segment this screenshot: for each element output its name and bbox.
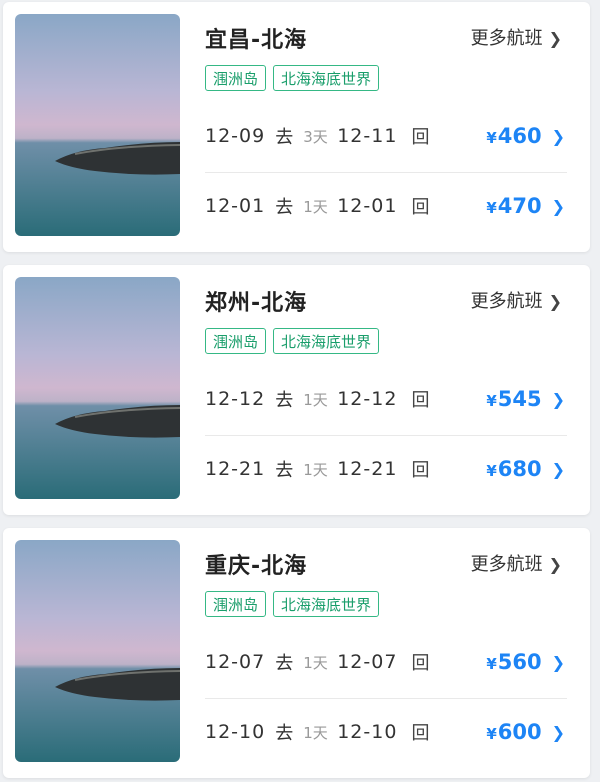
more-flights-link[interactable]: 更多航班 ❯ [471, 550, 562, 576]
chevron-right-icon: ❯ [548, 292, 562, 311]
divider [205, 435, 567, 436]
trip-days: 3天 [303, 127, 328, 146]
chevron-right-icon: ❯ [551, 196, 565, 216]
return-date: 12-11 [337, 125, 398, 147]
currency-symbol: ¥ [486, 462, 497, 480]
tag-list: 涠洲岛 北海海底世界 [205, 328, 380, 354]
currency-symbol: ¥ [486, 392, 497, 410]
price-value: 560 [497, 650, 542, 674]
more-flights-label: 更多航班 [470, 28, 543, 49]
price: ¥470 [486, 194, 541, 218]
currency-symbol: ¥ [486, 655, 497, 673]
route-title: 宜昌-北海 [205, 28, 308, 53]
price: ¥560 [486, 650, 541, 674]
route-title: 重庆-北海 [205, 554, 308, 579]
return-date: 12-07 [337, 651, 398, 673]
depart-label: 去 [275, 460, 294, 481]
chevron-right-icon: ❯ [548, 555, 562, 574]
more-flights-label: 更多航班 [470, 554, 543, 575]
tag-list: 涠洲岛 北海海底世界 [205, 591, 380, 617]
more-flights-link[interactable]: 更多航班 ❯ [471, 24, 562, 50]
flight-row[interactable]: 12-07 去 1天 12-07 回 ¥560 ❯ [205, 642, 567, 682]
tag-weizhou-island[interactable]: 涠洲岛 [205, 65, 267, 91]
chevron-right-icon: ❯ [551, 389, 565, 409]
price: ¥600 [486, 720, 541, 744]
price: ¥680 [486, 457, 541, 481]
trip-days: 1天 [303, 653, 328, 672]
destination-photo[interactable] [15, 14, 180, 236]
price-value: 680 [497, 457, 542, 481]
depart-date: 12-10 [205, 721, 266, 743]
chevron-right-icon: ❯ [551, 722, 565, 742]
price-value: 545 [497, 387, 542, 411]
chevron-right-icon: ❯ [551, 126, 565, 146]
depart-date: 12-09 [205, 125, 266, 147]
seascape-image [15, 540, 180, 762]
depart-date: 12-01 [205, 195, 266, 217]
return-label: 回 [411, 460, 430, 481]
return-date: 12-01 [337, 195, 398, 217]
return-label: 回 [411, 653, 430, 674]
tag-beihai-underwater-world[interactable]: 北海海底世界 [273, 328, 380, 354]
tag-beihai-underwater-world[interactable]: 北海海底世界 [273, 591, 380, 617]
currency-symbol: ¥ [486, 725, 497, 743]
price-value: 460 [497, 124, 542, 148]
tag-weizhou-island[interactable]: 涠洲岛 [205, 591, 267, 617]
return-label: 回 [411, 127, 430, 148]
depart-date: 12-12 [205, 388, 266, 410]
depart-label: 去 [275, 390, 294, 411]
chevron-right-icon: ❯ [551, 652, 565, 672]
flight-row[interactable]: 12-12 去 1天 12-12 回 ¥545 ❯ [205, 379, 567, 419]
trip-days: 1天 [303, 390, 328, 409]
depart-date: 12-21 [205, 458, 266, 480]
price-value: 600 [497, 720, 542, 744]
flight-card[interactable]: 郑州-北海 更多航班 ❯ 涠洲岛 北海海底世界 12-12 去 1天 12-12 … [3, 265, 590, 515]
tag-beihai-underwater-world[interactable]: 北海海底世界 [273, 65, 380, 91]
depart-date: 12-07 [205, 651, 266, 673]
flight-row[interactable]: 12-09 去 3天 12-11 回 ¥460 ❯ [205, 116, 567, 156]
tag-weizhou-island[interactable]: 涠洲岛 [205, 328, 267, 354]
tag-list: 涠洲岛 北海海底世界 [205, 65, 380, 91]
return-date: 12-21 [337, 458, 398, 480]
seascape-image [15, 277, 180, 499]
currency-symbol: ¥ [486, 199, 497, 217]
depart-label: 去 [275, 127, 294, 148]
return-date: 12-10 [337, 721, 398, 743]
depart-label: 去 [275, 653, 294, 674]
return-label: 回 [411, 390, 430, 411]
flight-row[interactable]: 12-21 去 1天 12-21 回 ¥680 ❯ [205, 449, 567, 489]
return-date: 12-12 [337, 388, 398, 410]
divider [205, 698, 567, 699]
chevron-right-icon: ❯ [551, 459, 565, 479]
return-label: 回 [411, 197, 430, 218]
currency-symbol: ¥ [486, 129, 497, 147]
route-title: 郑州-北海 [205, 291, 308, 316]
divider [205, 172, 567, 173]
return-label: 回 [411, 723, 430, 744]
flight-card[interactable]: 宜昌-北海 更多航班 ❯ 涠洲岛 北海海底世界 12-09 去 3天 12-11 … [3, 2, 590, 252]
more-flights-link[interactable]: 更多航班 ❯ [471, 287, 562, 313]
destination-photo[interactable] [15, 540, 180, 762]
chevron-right-icon: ❯ [548, 29, 562, 48]
price: ¥460 [486, 124, 541, 148]
price: ¥545 [486, 387, 541, 411]
trip-days: 1天 [303, 460, 328, 479]
more-flights-label: 更多航班 [470, 291, 543, 312]
flight-row[interactable]: 12-10 去 1天 12-10 回 ¥600 ❯ [205, 712, 567, 752]
price-value: 470 [497, 194, 542, 218]
trip-days: 1天 [303, 723, 328, 742]
flight-card[interactable]: 重庆-北海 更多航班 ❯ 涠洲岛 北海海底世界 12-07 去 1天 12-07 … [3, 528, 590, 778]
seascape-image [15, 14, 180, 236]
destination-photo[interactable] [15, 277, 180, 499]
flight-row[interactable]: 12-01 去 1天 12-01 回 ¥470 ❯ [205, 186, 567, 226]
depart-label: 去 [275, 197, 294, 218]
depart-label: 去 [275, 723, 294, 744]
trip-days: 1天 [303, 197, 328, 216]
